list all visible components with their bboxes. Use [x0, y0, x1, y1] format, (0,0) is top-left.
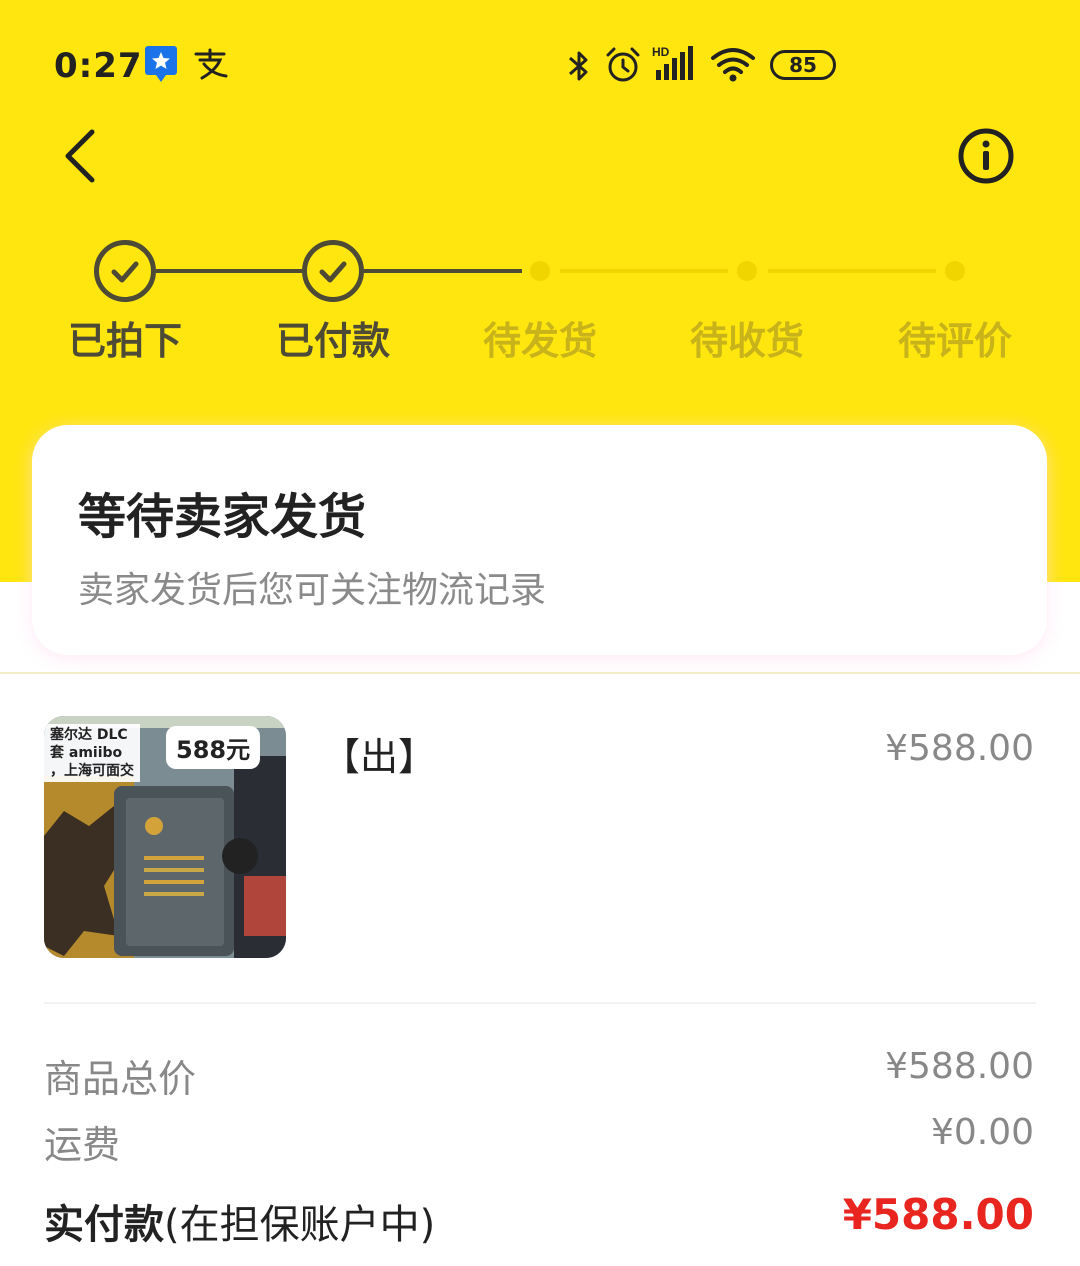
order-progress: 已拍下 已付款 待发货 待收货 待评价: [0, 230, 1080, 370]
divider: [0, 672, 1080, 674]
chevron-left-icon: [65, 129, 95, 183]
svg-text:HD: HD: [652, 45, 670, 59]
thumbnail-price-tag: 588元: [166, 726, 261, 769]
status-title: 等待卖家发货: [78, 489, 367, 545]
step-dot: [737, 261, 757, 281]
info-circle-icon: [958, 128, 1014, 184]
total-paid-note: (在担保账户中): [164, 1202, 436, 1248]
order-status-card: 等待卖家发货 卖家发货后您可关注物流记录: [32, 425, 1047, 655]
total-paid-value: ¥588.00: [842, 1190, 1034, 1239]
status-subtitle: 卖家发货后您可关注物流记录: [78, 570, 547, 611]
info-button[interactable]: [956, 126, 1016, 186]
overlay-line: ，上海可面交: [50, 763, 134, 779]
total-paid-label: 实付款(在担保账户中): [44, 1192, 435, 1250]
alipay-icon: [192, 48, 228, 84]
step-label: 待收货: [689, 319, 804, 363]
back-button[interactable]: [56, 124, 116, 188]
alarm-icon: [604, 46, 642, 88]
thumbnail-overlay-text: 塞尔达 DLC 套 amiibo ，上海可面交: [44, 724, 140, 782]
step-label: 待发货: [482, 319, 597, 363]
step-label: 待评价: [897, 319, 1012, 363]
step-dot: [530, 261, 550, 281]
subtotal-value: ¥588.00: [885, 1046, 1034, 1087]
status-bar: 0:27 HD 85: [0, 30, 1080, 100]
app-notification-icon: [144, 44, 178, 88]
step-label: 已拍下: [67, 319, 182, 363]
progress-line-done: [156, 269, 302, 273]
step-dot: [945, 261, 965, 281]
status-time: 0:27: [54, 46, 143, 86]
total-paid-title: 实付款: [44, 1202, 164, 1248]
hd-signal-icon: HD: [652, 44, 698, 88]
subtotal-label: 商品总价: [44, 1057, 197, 1101]
item-thumbnail[interactable]: 塞尔达 DLC 套 amiibo ，上海可面交 588元: [44, 716, 286, 958]
bluetooth-icon: [566, 48, 592, 88]
progress-line-done: [364, 269, 522, 273]
progress-line-pending: [560, 269, 728, 273]
shipping-value: ¥0.00: [930, 1112, 1034, 1153]
step-label: 已付款: [275, 319, 390, 363]
item-title[interactable]: 【出】: [322, 726, 436, 781]
divider: [44, 1002, 1036, 1004]
overlay-line: 塞尔达 DLC: [50, 727, 128, 743]
item-price: ¥588.00: [885, 728, 1034, 769]
step-check-icon: [94, 240, 156, 302]
step-check-icon: [302, 240, 364, 302]
shipping-label: 运费: [44, 1123, 121, 1167]
progress-line-pending: [768, 269, 936, 273]
wifi-icon: [710, 46, 756, 88]
battery-icon: 85: [770, 50, 836, 80]
overlay-line: 套 amiibo: [50, 745, 123, 761]
